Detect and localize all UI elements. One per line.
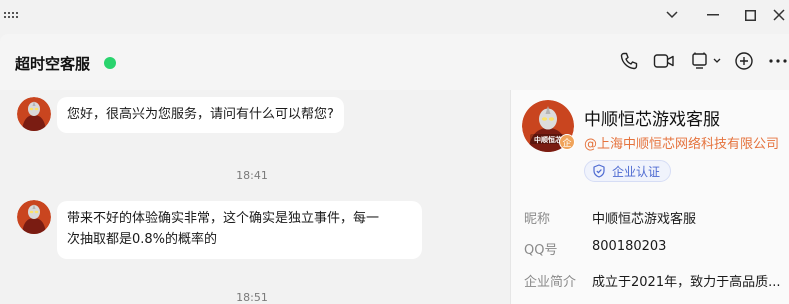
nickname-label: 昵称 [524, 212, 551, 227]
qq-number-value: 800180203 [592, 239, 667, 254]
more-button[interactable] [767, 48, 789, 74]
message-bubble[interactable]: 带来不好的体验确实非常，这个确实是独立事件，每一 次抽取都是0.8%的概率的 [57, 201, 422, 259]
message-list[interactable]: 您好，很高兴为您服务，请问有什么可以帮您? 18:41 带来不好的体验确实非常，… [0, 90, 510, 304]
message-text-line: 次抽取都是0.8%的概率的 [67, 232, 218, 247]
enterprise-badge-icon: 企 [559, 134, 575, 150]
online-status-dot [104, 57, 116, 69]
phone-icon [620, 52, 638, 70]
message-text-line: 带来不好的体验确实非常，这个确实是独立事件，每一 [67, 211, 380, 226]
title-bar [0, 0, 789, 34]
qq-number-label: QQ号 [524, 243, 558, 258]
chevron-down-icon [666, 11, 678, 19]
chat-title: 超时空客服 [15, 55, 91, 73]
chat-header: 超时空客服 [0, 34, 789, 90]
enterprise-cert-badge[interactable]: 企业认证 [584, 160, 672, 182]
close-button[interactable] [762, 0, 789, 30]
video-icon [653, 54, 674, 68]
nickname-value: 中顺恒芯游戏客服 [592, 212, 697, 227]
video-call-button[interactable] [651, 48, 677, 74]
message-text: 您好，很高兴为您服务，请问有什么可以帮您? [67, 107, 334, 122]
minimize-button[interactable] [696, 0, 730, 30]
screen-share-button[interactable] [688, 48, 724, 74]
dropdown-button[interactable] [655, 0, 689, 30]
voice-call-button[interactable] [616, 48, 642, 74]
maximize-icon [744, 9, 756, 21]
timestamp: 18:51 [236, 291, 268, 304]
avatar[interactable] [17, 97, 51, 131]
company-intro-label: 企业简介 [524, 275, 577, 290]
shield-check-icon [593, 164, 605, 178]
timestamp: 18:41 [236, 169, 268, 182]
profile-company-link[interactable]: @上海中顺恒芯网络科技有限公司 [584, 133, 779, 152]
avatar-logo-text: 中顺恒芯 [534, 135, 562, 144]
screen-share-icon [692, 52, 721, 69]
profile-name: 中顺恒芯游戏客服 [584, 110, 720, 130]
avatar[interactable] [17, 200, 51, 234]
company-intro-value: 成立于2021年，致力于高品质... [592, 275, 781, 290]
close-icon [773, 9, 785, 21]
profile-panel: 中顺恒芯 企 中顺恒芯游戏客服 @上海中顺恒芯网络科技有限公司 企业认证 昵称 … [510, 90, 789, 304]
add-button[interactable] [731, 48, 757, 74]
drag-grip-icon[interactable] [4, 12, 18, 22]
more-icon [769, 59, 787, 63]
add-icon [735, 52, 753, 70]
cert-label: 企业认证 [612, 164, 661, 179]
message-bubble[interactable]: 您好，很高兴为您服务，请问有什么可以帮您? [57, 97, 344, 133]
minimize-icon [707, 14, 719, 16]
